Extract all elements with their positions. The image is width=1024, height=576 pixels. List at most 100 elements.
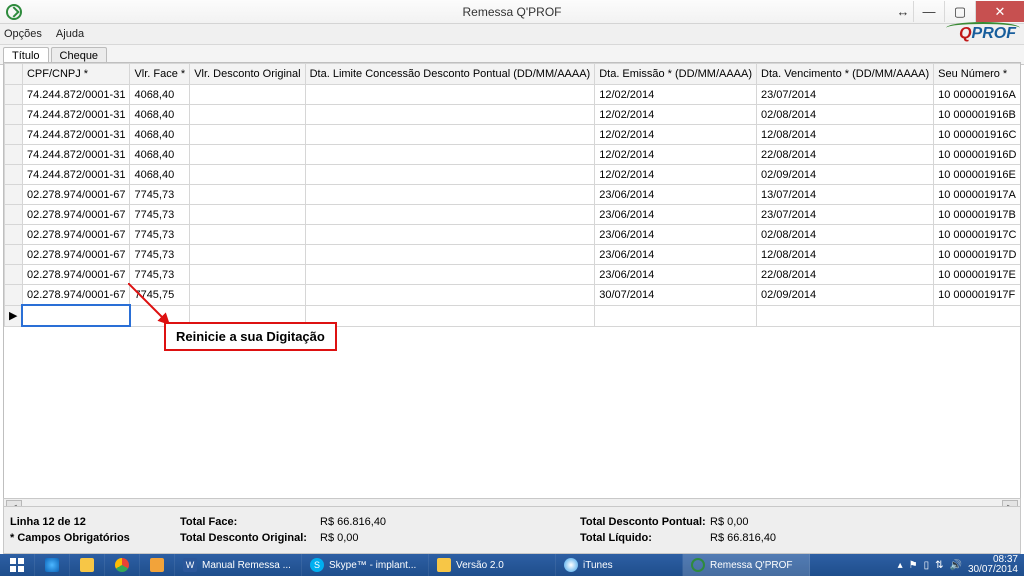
- cell-num[interactable]: 10 000001916B: [934, 105, 1021, 125]
- taskbar-outlook[interactable]: [140, 554, 175, 576]
- cell-desc[interactable]: [190, 225, 305, 245]
- cell-cpf[interactable]: 02.278.974/0001-67: [22, 185, 129, 205]
- cell-desc[interactable]: [190, 285, 305, 306]
- table-row[interactable]: 02.278.974/0001-67 7745,73 23/06/2014 12…: [5, 245, 1022, 265]
- cell-venc[interactable]: 23/07/2014: [757, 205, 934, 225]
- cell-num[interactable]: 10 000001917E: [934, 265, 1021, 285]
- table-row[interactable]: 74.244.872/0001-31 4068,40 12/02/2014 22…: [5, 145, 1022, 165]
- cell-face[interactable]: 7745,73: [130, 205, 190, 225]
- cell-emissao[interactable]: 12/02/2014: [595, 145, 757, 165]
- table-row[interactable]: 02.278.974/0001-67 7745,73 23/06/2014 13…: [5, 185, 1022, 205]
- table-row[interactable]: 02.278.974/0001-67 7745,73 23/06/2014 22…: [5, 265, 1022, 285]
- table-row[interactable]: 74.244.872/0001-31 4068,40 12/02/2014 12…: [5, 125, 1022, 145]
- cell-desc[interactable]: [190, 165, 305, 185]
- cell-cpf-editing[interactable]: [22, 305, 129, 326]
- tray-battery-icon[interactable]: ▯: [924, 560, 930, 571]
- cell-emissao[interactable]: 23/06/2014: [595, 225, 757, 245]
- maximize-button[interactable]: ▢: [944, 1, 975, 22]
- move-left-button[interactable]: ↔: [893, 1, 913, 22]
- cell-emissao[interactable]: 12/02/2014: [595, 165, 757, 185]
- cell-limite[interactable]: [305, 205, 595, 225]
- col-dtavenc[interactable]: Dta. Vencimento * (DD/MM/AAAA): [757, 64, 934, 85]
- cell-face[interactable]: 4068,40: [130, 85, 190, 105]
- taskbar-itunes[interactable]: iTunes: [556, 554, 683, 576]
- cell-venc[interactable]: 02/09/2014: [757, 285, 934, 306]
- col-dtalimite[interactable]: Dta. Limite Concessão Desconto Pontual (…: [305, 64, 595, 85]
- tray-volume-icon[interactable]: 🔊: [949, 560, 961, 571]
- cell-face[interactable]: 4068,40: [130, 125, 190, 145]
- menu-opcoes[interactable]: Opções: [4, 28, 42, 40]
- cell-cpf[interactable]: 74.244.872/0001-31: [22, 125, 129, 145]
- cell-cpf[interactable]: 74.244.872/0001-31: [22, 145, 129, 165]
- cell-desc[interactable]: [190, 125, 305, 145]
- cell-cpf[interactable]: 02.278.974/0001-67: [22, 245, 129, 265]
- cell-desc[interactable]: [190, 85, 305, 105]
- cell-num[interactable]: 10 000001917F: [934, 285, 1021, 306]
- table-row[interactable]: 74.244.872/0001-31 4068,40 12/02/2014 02…: [5, 105, 1022, 125]
- cell-cpf[interactable]: 02.278.974/0001-67: [22, 205, 129, 225]
- cell-venc[interactable]: 02/09/2014: [757, 165, 934, 185]
- taskbar-folder[interactable]: Versão 2.0: [429, 554, 556, 576]
- cell-emissao[interactable]: 12/02/2014: [595, 125, 757, 145]
- cell-face[interactable]: 7745,73: [130, 245, 190, 265]
- cell-num[interactable]: 10 000001917B: [934, 205, 1021, 225]
- taskbar-word[interactable]: WManual Remessa ...: [175, 554, 302, 576]
- cell-venc[interactable]: 02/08/2014: [757, 105, 934, 125]
- taskbar-qprof[interactable]: Remessa Q'PROF: [683, 554, 810, 576]
- cell-face[interactable]: 7745,75: [130, 285, 190, 306]
- cell-emissao[interactable]: 30/07/2014: [595, 285, 757, 306]
- table-row[interactable]: 02.278.974/0001-67 7745,73 23/06/2014 23…: [5, 205, 1022, 225]
- table-row[interactable]: 02.278.974/0001-67 7745,73 23/06/2014 02…: [5, 225, 1022, 245]
- tray-up-icon[interactable]: ▴: [898, 560, 903, 571]
- cell-desc[interactable]: [190, 265, 305, 285]
- data-grid[interactable]: CPF/CNPJ * Vlr. Face * Vlr. Desconto Ori…: [3, 62, 1021, 500]
- cell-cpf[interactable]: 02.278.974/0001-67: [22, 265, 129, 285]
- taskbar-chrome[interactable]: [105, 554, 140, 576]
- tray-clock[interactable]: 08:3730/07/2014: [968, 555, 1018, 575]
- taskbar-ie[interactable]: [35, 554, 70, 576]
- cell-cpf[interactable]: 74.244.872/0001-31: [22, 85, 129, 105]
- start-button[interactable]: [0, 554, 35, 576]
- table-row[interactable]: 74.244.872/0001-31 4068,40 12/02/2014 23…: [5, 85, 1022, 105]
- cell-limite[interactable]: [305, 225, 595, 245]
- cell-limite[interactable]: [305, 245, 595, 265]
- cell-face[interactable]: 4068,40: [130, 105, 190, 125]
- cell-limite[interactable]: [305, 105, 595, 125]
- table-row-editing[interactable]: ▶: [5, 305, 1022, 326]
- col-cpf[interactable]: CPF/CNPJ *: [22, 64, 129, 85]
- cell-emissao[interactable]: 23/06/2014: [595, 185, 757, 205]
- cell-venc[interactable]: 22/08/2014: [757, 145, 934, 165]
- cell-face[interactable]: 7745,73: [130, 225, 190, 245]
- cell-face[interactable]: 4068,40: [130, 145, 190, 165]
- cell-cpf[interactable]: 02.278.974/0001-67: [22, 225, 129, 245]
- cell-emissao[interactable]: 12/02/2014: [595, 105, 757, 125]
- cell-face[interactable]: 4068,40: [130, 165, 190, 185]
- cell-venc[interactable]: 12/08/2014: [757, 125, 934, 145]
- taskbar-explorer[interactable]: [70, 554, 105, 576]
- cell-emissao[interactable]: 12/02/2014: [595, 85, 757, 105]
- cell-desc[interactable]: [190, 205, 305, 225]
- cell-cpf[interactable]: 74.244.872/0001-31: [22, 165, 129, 185]
- tray-network-icon[interactable]: ⇅: [935, 560, 943, 571]
- tray-action-center-icon[interactable]: ⚑: [909, 560, 918, 571]
- cell-desc[interactable]: [190, 105, 305, 125]
- cell-venc[interactable]: 23/07/2014: [757, 85, 934, 105]
- cell-num[interactable]: 10 000001917A: [934, 185, 1021, 205]
- cell-limite[interactable]: [305, 285, 595, 306]
- cell-cpf[interactable]: 02.278.974/0001-67: [22, 285, 129, 306]
- cell-num[interactable]: 10 000001917C: [934, 225, 1021, 245]
- cell-face[interactable]: 7745,73: [130, 265, 190, 285]
- cell-num[interactable]: 10 000001916E: [934, 165, 1021, 185]
- cell-limite[interactable]: [305, 145, 595, 165]
- cell-desc[interactable]: [190, 245, 305, 265]
- cell-emissao[interactable]: 23/06/2014: [595, 265, 757, 285]
- col-dtaemissao[interactable]: Dta. Emissão * (DD/MM/AAAA): [595, 64, 757, 85]
- cell-emissao[interactable]: 23/06/2014: [595, 245, 757, 265]
- system-tray[interactable]: ▴ ⚑ ▯ ⇅ 🔊 08:3730/07/2014: [892, 555, 1024, 575]
- table-row[interactable]: 02.278.974/0001-67 7745,75 30/07/2014 02…: [5, 285, 1022, 306]
- col-vlrface[interactable]: Vlr. Face *: [130, 64, 190, 85]
- taskbar-skype[interactable]: SSkype™ - implant...: [302, 554, 429, 576]
- cell-limite[interactable]: [305, 185, 595, 205]
- cell-venc[interactable]: 02/08/2014: [757, 225, 934, 245]
- col-vlrdesc[interactable]: Vlr. Desconto Original: [190, 64, 305, 85]
